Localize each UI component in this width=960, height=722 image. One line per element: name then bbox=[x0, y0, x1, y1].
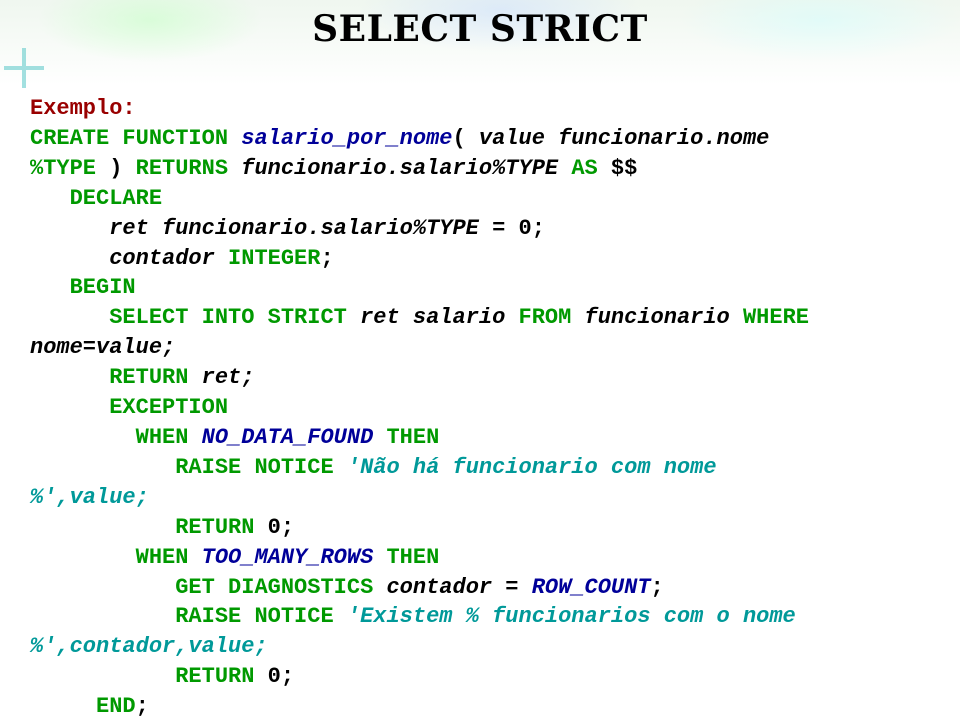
kw-notice-1: NOTICE bbox=[254, 455, 333, 480]
param-name: value bbox=[479, 126, 545, 151]
tbl-funcionario: funcionario bbox=[585, 305, 730, 330]
kw-then-1: THEN bbox=[386, 425, 439, 450]
lparen: ( bbox=[452, 126, 465, 151]
semi-2: ; bbox=[651, 575, 664, 600]
kw-strict: STRICT bbox=[268, 305, 347, 330]
return-zero-1: 0; bbox=[268, 515, 294, 540]
kw-returns: RETURNS bbox=[136, 156, 228, 181]
fn-name: salario_por_nome bbox=[241, 126, 452, 151]
kw-notice-2: NOTICE bbox=[254, 604, 333, 629]
return-ret: ret; bbox=[202, 365, 255, 390]
col-salario: salario bbox=[413, 305, 505, 330]
page-title: SELECT STRICT bbox=[0, 8, 960, 50]
kw-create: CREATE bbox=[30, 126, 109, 151]
example-label: Exemplo: bbox=[30, 96, 136, 121]
string-1-end: %',value; bbox=[30, 485, 149, 510]
kw-when-1: WHEN bbox=[136, 425, 189, 450]
exc-no-data: NO_DATA_FOUND bbox=[202, 425, 374, 450]
string-2: 'Existem % funcionarios com o nome bbox=[347, 604, 809, 629]
row-count: ROW_COUNT bbox=[532, 575, 651, 600]
return-zero-2: 0; bbox=[268, 664, 294, 689]
kw-where: WHERE bbox=[743, 305, 809, 330]
kw-diagnostics: DIAGNOSTICS bbox=[228, 575, 373, 600]
kw-into: INTO bbox=[202, 305, 255, 330]
kw-type: %TYPE bbox=[30, 156, 96, 181]
where-clause: nome=value; bbox=[30, 335, 175, 360]
kw-return-3: RETURN bbox=[175, 664, 254, 689]
dollars: $$ bbox=[611, 156, 637, 181]
var-ret: ret bbox=[109, 216, 149, 241]
into-target: ret bbox=[360, 305, 400, 330]
code-block: Exemplo: CREATE FUNCTION salario_por_nom… bbox=[30, 94, 930, 722]
kw-exception: EXCEPTION bbox=[109, 395, 228, 420]
exc-too-many: TOO_MANY_ROWS bbox=[202, 545, 374, 570]
semi-1: ; bbox=[320, 246, 333, 271]
kw-raise-1: RAISE bbox=[175, 455, 241, 480]
kw-declare: DECLARE bbox=[70, 186, 162, 211]
kw-from: FROM bbox=[519, 305, 572, 330]
kw-as: AS bbox=[571, 156, 597, 181]
return-type: funcionario.salario%TYPE bbox=[241, 156, 558, 181]
kw-then-2: THEN bbox=[386, 545, 439, 570]
kw-raise-2: RAISE bbox=[175, 604, 241, 629]
kw-function: FUNCTION bbox=[122, 126, 228, 151]
diag-contador: contador bbox=[386, 575, 492, 600]
eq-zero: = 0; bbox=[479, 216, 545, 241]
kw-select: SELECT bbox=[109, 305, 188, 330]
kw-integer: INTEGER bbox=[228, 246, 320, 271]
rparen: ) bbox=[109, 156, 122, 181]
kw-begin: BEGIN bbox=[70, 275, 136, 300]
eq-sign: = bbox=[492, 575, 532, 600]
kw-return-1: RETURN bbox=[109, 365, 188, 390]
var-contador: contador bbox=[109, 246, 215, 271]
string-1: 'Não há funcionario com nome bbox=[347, 455, 730, 480]
param-type: funcionario.nome bbox=[558, 126, 769, 151]
decorative-cross-icon bbox=[4, 48, 44, 88]
string-2-end: %',contador,value; bbox=[30, 634, 268, 659]
kw-return-2: RETURN bbox=[175, 515, 254, 540]
kw-when-2: WHEN bbox=[136, 545, 189, 570]
var-ret-type: funcionario.salario%TYPE bbox=[162, 216, 479, 241]
kw-get: GET bbox=[175, 575, 215, 600]
